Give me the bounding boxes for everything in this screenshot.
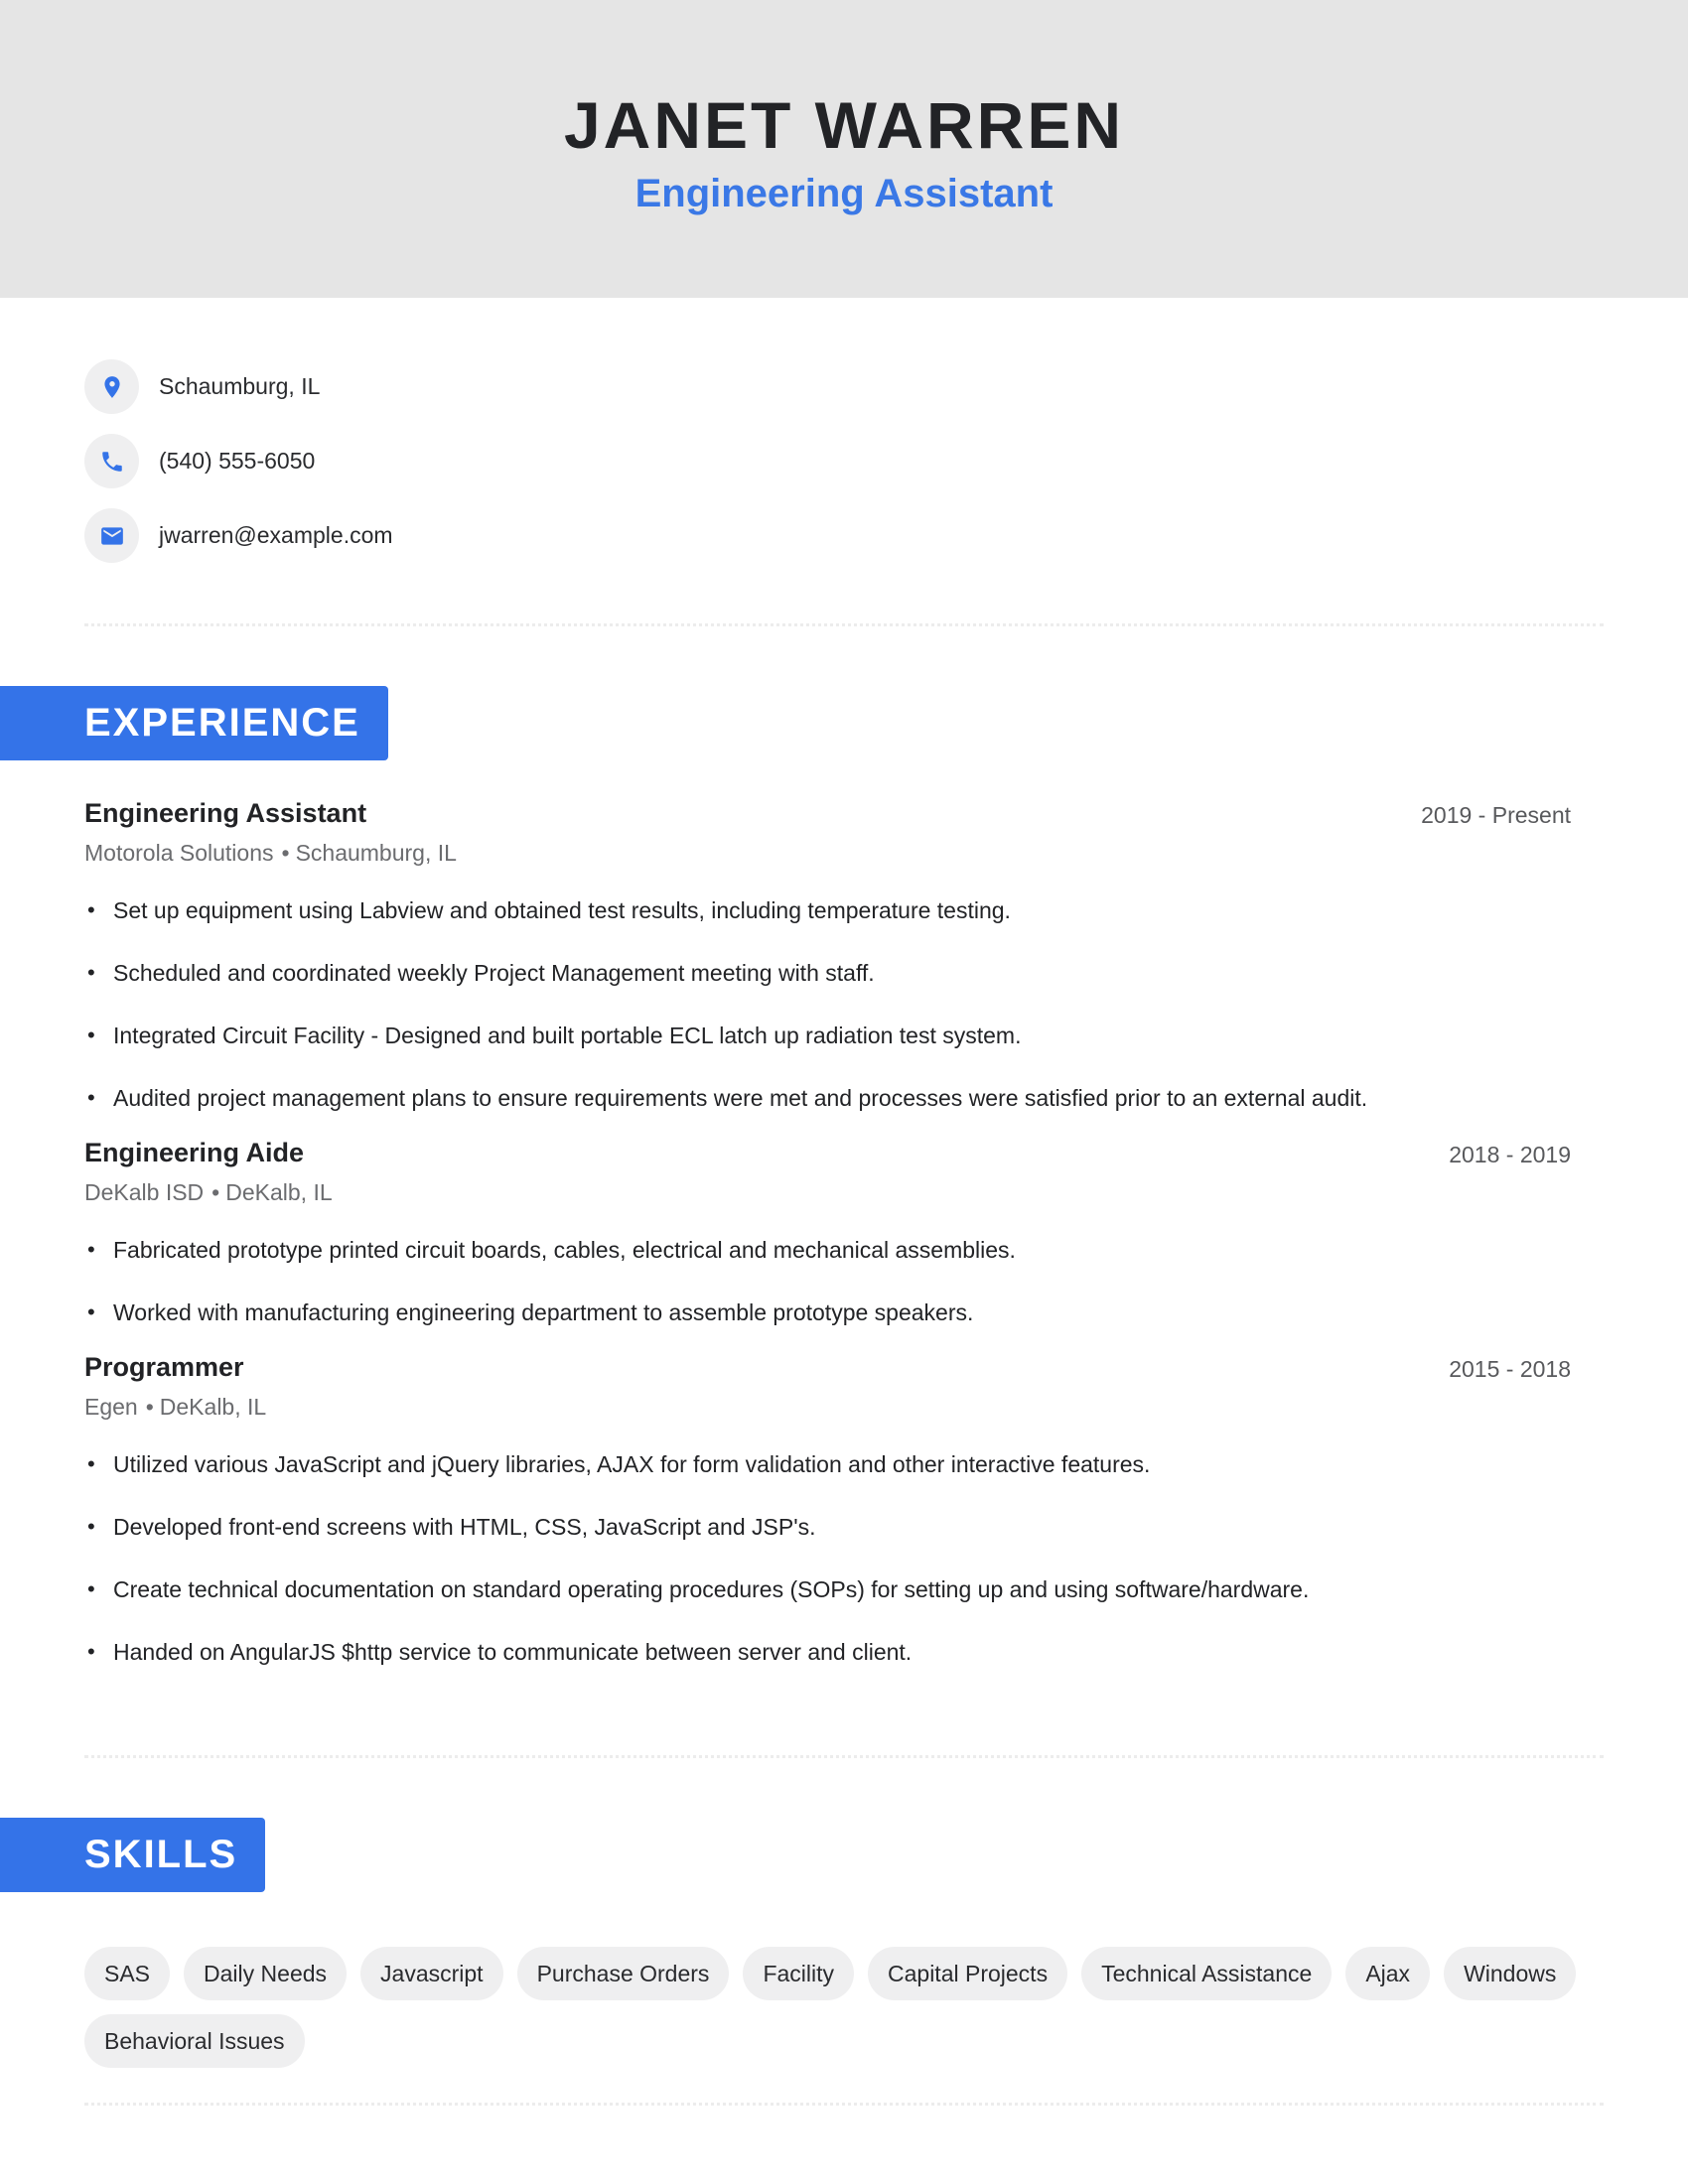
skill-chip: Technical Assistance (1081, 1947, 1333, 2000)
job-bullets: Fabricated prototype printed circuit boa… (84, 1235, 1571, 1360)
job-bullet: Create technical documentation on standa… (84, 1574, 1571, 1637)
job-company: Egen (84, 1394, 138, 1420)
job-company: DeKalb ISD (84, 1179, 205, 1205)
job-title: Engineering Aide (84, 1138, 305, 1167)
job-bullet: Handed on AngularJS $http service to com… (84, 1637, 1571, 1700)
divider (84, 2103, 1604, 2106)
skill-chip: Facility (743, 1947, 854, 2000)
divider (84, 623, 1604, 626)
job-dates: 2015 - 2018 (1449, 1356, 1571, 1382)
job-location: DeKalb, IL (159, 1394, 267, 1420)
contact-email-text: jwarren@example.com (159, 522, 393, 548)
contact-phone: (540) 555-6050 (84, 434, 393, 488)
job-bullet: Developed front-end screens with HTML, C… (84, 1512, 1571, 1574)
job-bullet: Audited project management plans to ensu… (84, 1083, 1571, 1146)
contact-email: jwarren@example.com (84, 508, 393, 563)
skills-list: SAS Daily Needs Javascript Purchase Orde… (84, 1947, 1604, 2082)
experience-heading-bar: EXPERIENCE (0, 686, 388, 760)
job-entry: Engineering Aide 2018 - 2019 DeKalb ISD •… (84, 1138, 1571, 1360)
separator: • (145, 1394, 154, 1420)
candidate-name: JANET WARREN (563, 88, 1125, 162)
email-icon (84, 508, 139, 563)
job-entry: Engineering Assistant 2019 - Present Mot… (84, 798, 1571, 1146)
skill-chip: Ajax (1345, 1947, 1431, 2000)
job-bullet: Fabricated prototype printed circuit boa… (84, 1235, 1571, 1297)
job-bullet: Integrated Circuit Facility - Designed a… (84, 1021, 1571, 1083)
job-bullet: Worked with manufacturing engineering de… (84, 1297, 1571, 1360)
candidate-title: Engineering Assistant (634, 172, 1054, 215)
skills-heading: SKILLS (84, 1833, 238, 1876)
job-bullet: Scheduled and coordinated weekly Project… (84, 958, 1571, 1021)
separator: • (211, 1179, 220, 1205)
divider (84, 1755, 1604, 1758)
job-meta: Egen • DeKalb, IL (84, 1394, 1571, 1430)
skill-chip: Daily Needs (184, 1947, 348, 2000)
separator: • (281, 840, 290, 866)
job-meta: DeKalb ISD • DeKalb, IL (84, 1179, 1571, 1215)
resume-header: JANET WARREN Engineering Assistant (0, 0, 1688, 298)
phone-icon (84, 434, 139, 488)
location-pin-icon (84, 359, 139, 414)
job-bullet: Utilized various JavaScript and jQuery l… (84, 1449, 1571, 1512)
skill-chip: SAS (84, 1947, 171, 2000)
job-dates: 2019 - Present (1421, 802, 1571, 828)
job-title: Engineering Assistant (84, 798, 367, 828)
contact-phone-text: (540) 555-6050 (159, 448, 316, 474)
skill-chip: Windows (1444, 1947, 1577, 2000)
job-bullets: Set up equipment using Labview and obtai… (84, 895, 1571, 1146)
skill-chip: Purchase Orders (516, 1947, 730, 2000)
job-company: Motorola Solutions (84, 840, 274, 866)
job-bullet: Set up equipment using Labview and obtai… (84, 895, 1571, 958)
job-title: Programmer (84, 1352, 244, 1382)
skills-heading-bar: SKILLS (0, 1818, 265, 1892)
job-bullets: Utilized various JavaScript and jQuery l… (84, 1449, 1571, 1700)
job-meta: Motorola Solutions • Schaumburg, IL (84, 840, 1571, 876)
contact-list: Schaumburg, IL (540) 555-6050 jwarren@ex… (84, 359, 393, 583)
contact-location: Schaumburg, IL (84, 359, 393, 414)
contact-location-text: Schaumburg, IL (159, 373, 321, 399)
job-location: DeKalb, IL (225, 1179, 333, 1205)
job-entry: Programmer 2015 - 2018 Egen •DeKalb, IL U… (84, 1352, 1571, 1700)
job-dates: 2018 - 2019 (1449, 1142, 1571, 1167)
skill-chip: Behavioral Issues (84, 2014, 305, 2068)
skill-chip: Javascript (360, 1947, 503, 2000)
experience-heading: EXPERIENCE (84, 701, 360, 745)
job-location: Schaumburg, IL (295, 840, 457, 866)
skill-chip: Capital Projects (868, 1947, 1068, 2000)
